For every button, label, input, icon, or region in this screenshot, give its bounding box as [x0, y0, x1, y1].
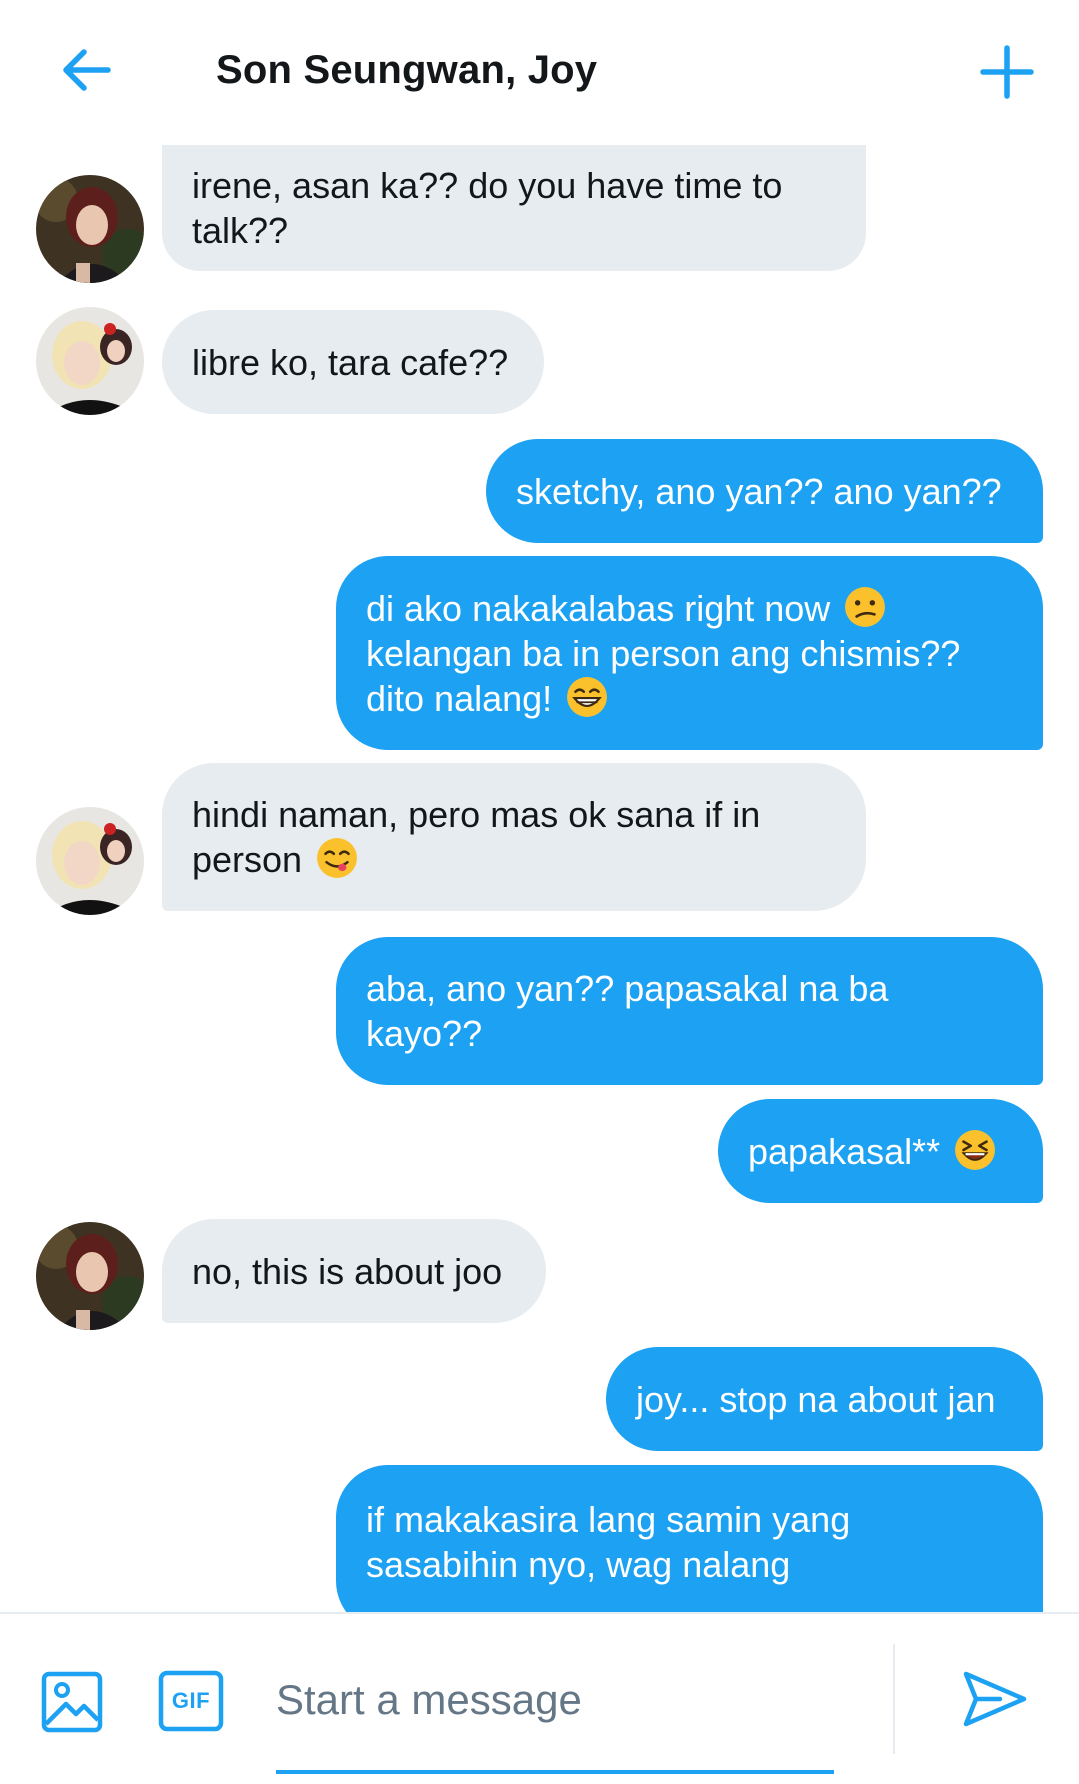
message-bubble-outgoing[interactable]: aba, ano yan?? papasakal na ba kayo?? — [336, 937, 1043, 1085]
message-bubble-incoming[interactable]: hindi naman, pero mas ok sana if in pers… — [162, 763, 866, 911]
message-text: sketchy, ano yan?? ano yan?? — [516, 470, 1002, 512]
add-participant-button[interactable] — [975, 40, 1039, 104]
composer-divider — [893, 1644, 895, 1754]
message-list[interactable]: irene, asan ka?? do you have time to tal… — [0, 145, 1079, 1613]
message-text-line: hindi naman, pero mas ok sana if in — [192, 794, 761, 835]
send-button[interactable] — [960, 1664, 1030, 1734]
message-text: aba, ano yan?? papasakal na ba kayo?? — [366, 968, 889, 1054]
message-text: irene, asan ka?? do you have time to tal… — [192, 165, 783, 251]
confused-face-emoji — [845, 586, 886, 627]
message-bubble-incoming[interactable]: no, this is about joo — [162, 1219, 546, 1323]
back-button[interactable] — [56, 40, 116, 100]
message-text: if makakasira lang samin yang sasabihin … — [366, 1499, 851, 1585]
grinning-face-emoji — [567, 676, 608, 717]
avatar-seungwan[interactable] — [36, 807, 144, 915]
gif-label: GIF — [171, 1688, 211, 1713]
media-button[interactable] — [40, 1670, 104, 1734]
message-text-line: kelangan ba in person ang chismis?? — [366, 632, 961, 674]
savoring-food-face-emoji — [317, 838, 358, 878]
message-input[interactable] — [276, 1664, 836, 1736]
message-bubble-incoming[interactable]: irene, asan ka?? do you have time to tal… — [162, 145, 866, 271]
message-bubble-outgoing[interactable]: if makakasira lang samin yang sasabihin … — [336, 1465, 1043, 1613]
message-text-line: person — [192, 839, 303, 880]
image-icon — [41, 1671, 103, 1733]
message-bubble-incoming[interactable]: libre ko, tara cafe?? — [162, 310, 544, 414]
message-text-line: dito nalang! — [366, 677, 553, 719]
input-focus-underline — [276, 1770, 834, 1774]
message-text: papakasal** — [748, 1130, 941, 1172]
avatar-joy[interactable] — [36, 175, 144, 283]
plus-icon — [980, 45, 1034, 99]
message-bubble-outgoing[interactable]: papakasal** — [718, 1099, 1043, 1203]
conversation-title[interactable]: Son Seungwan, Joy — [216, 44, 597, 96]
avatar-seungwan[interactable] — [36, 307, 144, 415]
message-bubble-outgoing[interactable]: di ako nakakalabas right now kelangan ba… — [336, 556, 1043, 750]
conversation-header: Son Seungwan, Joy — [0, 0, 1079, 145]
message-bubble-outgoing[interactable]: joy... stop na about jan — [606, 1347, 1043, 1451]
message-bubble-outgoing[interactable]: sketchy, ano yan?? ano yan?? — [486, 439, 1043, 543]
message-text: no, this is about joo — [192, 1250, 503, 1292]
avatar-joy[interactable] — [36, 1222, 144, 1330]
message-composer: GIF — [0, 1612, 1079, 1784]
arrow-left-icon — [63, 49, 111, 91]
message-text-line: di ako nakakalabas right now — [366, 587, 831, 629]
gif-button[interactable]: GIF — [158, 1670, 224, 1732]
send-icon — [963, 1671, 1027, 1727]
squinting-laughing-face-emoji — [955, 1129, 996, 1170]
message-text: joy... stop na about jan — [636, 1378, 996, 1420]
message-text: libre ko, tara cafe?? — [192, 341, 509, 383]
